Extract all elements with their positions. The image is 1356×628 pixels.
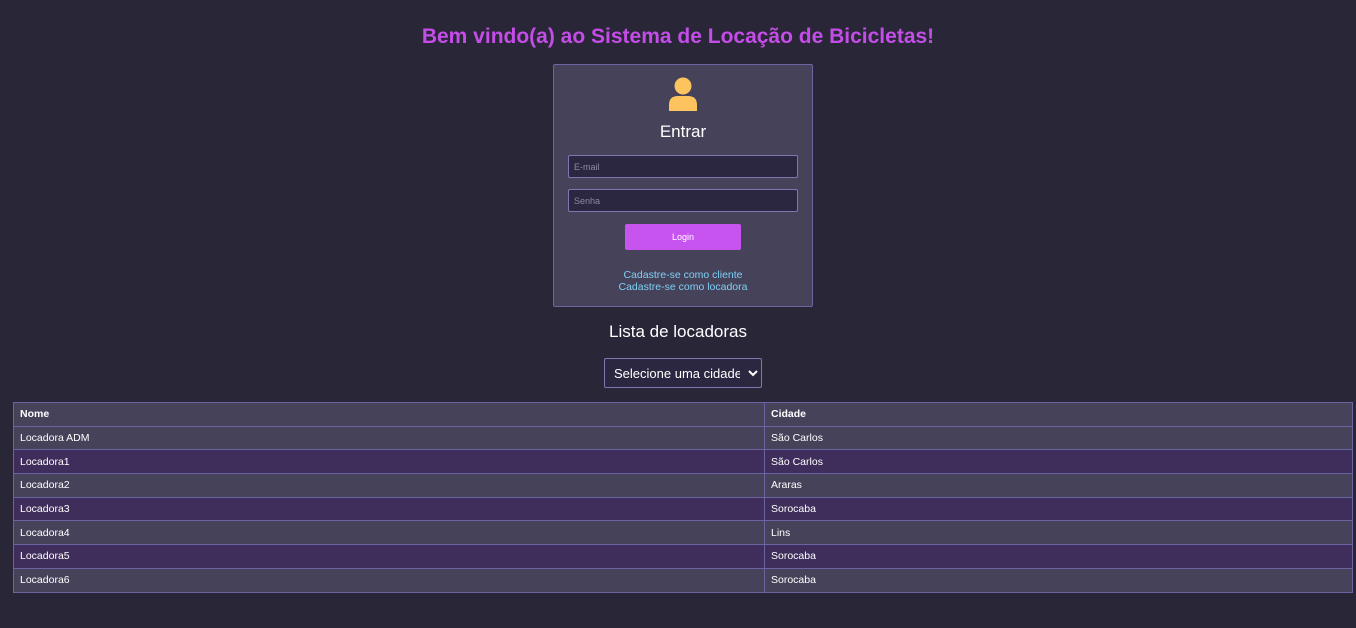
table-row: Locadora2 Araras: [13, 473, 1353, 498]
cell-nome: Locadora1: [13, 449, 765, 475]
cell-nome: Locadora ADM: [13, 425, 765, 451]
cell-cidade: Sorocaba: [764, 544, 1353, 569]
register-rental-link[interactable]: Cadastre-se como locadora: [554, 281, 812, 293]
email-field[interactable]: [568, 155, 798, 178]
table-row: Locadora ADM São Carlos: [13, 425, 1353, 451]
cell-cidade: São Carlos: [764, 449, 1353, 475]
password-field[interactable]: [568, 189, 798, 212]
column-header-nome: Nome: [13, 402, 765, 427]
cell-nome: Locadora2: [13, 473, 765, 498]
user-icon: [668, 77, 698, 111]
table-header-row: Nome Cidade: [13, 402, 1353, 427]
cell-nome: Locadora3: [13, 496, 765, 522]
table-row: Locadora1 São Carlos: [13, 449, 1353, 475]
register-links: Cadastre-se como cliente Cadastre-se com…: [554, 269, 812, 293]
rental-table-container: Nome Cidade Locadora ADM São Carlos Loca…: [13, 402, 1353, 593]
cell-cidade: São Carlos: [764, 425, 1353, 451]
cell-nome: Locadora6: [13, 567, 765, 593]
login-panel: Entrar Login Cadastre-se como cliente Ca…: [553, 64, 813, 307]
cell-nome: Locadora4: [13, 520, 765, 546]
rental-list-title: Lista de locadoras: [609, 322, 747, 341]
cell-cidade: Araras: [764, 473, 1353, 498]
page-title: Bem vindo(a) ao Sistema de Locação de Bi…: [421, 25, 935, 48]
cell-cidade: Lins: [764, 520, 1353, 546]
register-client-link[interactable]: Cadastre-se como cliente: [554, 269, 812, 281]
login-button[interactable]: Login: [625, 224, 741, 250]
cell-cidade: Sorocaba: [764, 496, 1353, 522]
table-row: Locadora5 Sorocaba: [13, 544, 1353, 569]
cell-nome: Locadora5: [13, 544, 765, 569]
table-row: Locadora6 Sorocaba: [13, 567, 1353, 593]
city-select[interactable]: Selecione uma cidade: [604, 358, 762, 388]
login-heading: Entrar: [659, 122, 707, 141]
rental-table: Nome Cidade Locadora ADM São Carlos Loca…: [13, 402, 1353, 593]
table-row: Locadora4 Lins: [13, 520, 1353, 546]
cell-cidade: Sorocaba: [764, 567, 1353, 593]
column-header-cidade: Cidade: [764, 402, 1353, 427]
table-row: Locadora3 Sorocaba: [13, 496, 1353, 522]
